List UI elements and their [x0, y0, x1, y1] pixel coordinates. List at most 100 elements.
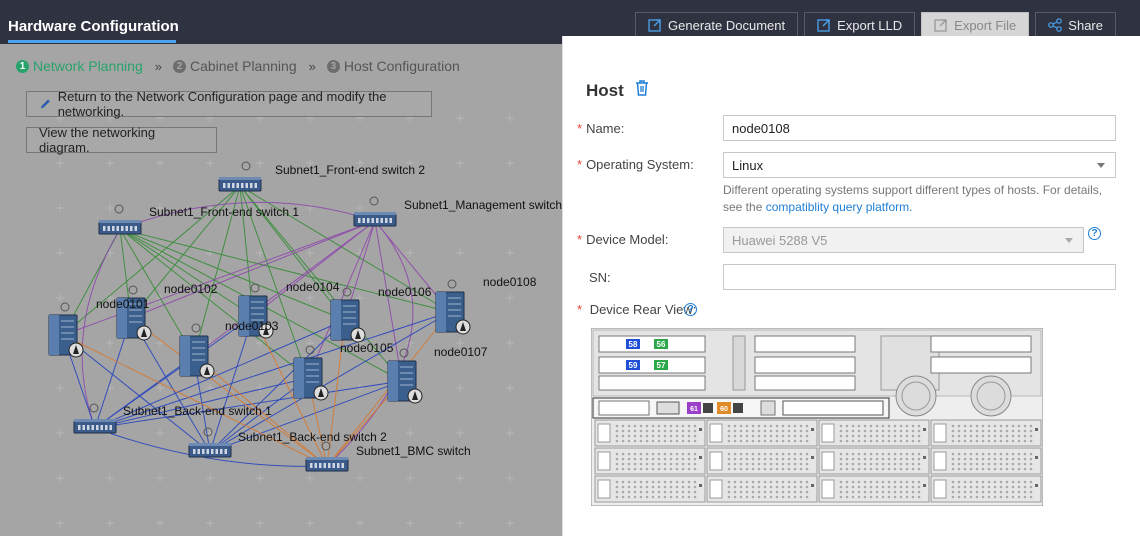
share-label: Share	[1068, 17, 1103, 33]
drive-bay[interactable]	[594, 475, 706, 503]
drive-bay[interactable]	[706, 419, 818, 447]
device-model-select: Huawei 5288 V5	[723, 227, 1084, 253]
switch-label-mgmt: Subnet1_Management switch	[404, 198, 562, 212]
step-network-planning[interactable]: 1 Network Planning	[16, 58, 143, 74]
step-number: 2	[172, 59, 186, 73]
drive-bay[interactable]	[594, 419, 706, 447]
workspace: Subnet1_Front-end switch 2 Subnet1_Front…	[0, 44, 562, 536]
export-lld-button[interactable]: Export LLD	[804, 12, 916, 38]
node-label-0106: node0106	[378, 285, 432, 299]
drive-bay[interactable]	[930, 419, 1042, 447]
status-dot	[250, 283, 260, 293]
step-cabinet-planning[interactable]: 2 Cabinet Planning	[172, 58, 297, 74]
step-label: Network Planning	[33, 58, 143, 74]
required-asterisk: *	[577, 121, 583, 136]
wizard-steps: 1 Network Planning » 2 Cabinet Planning …	[16, 58, 460, 74]
port-60: 60	[720, 406, 728, 413]
os-select[interactable]: Linux	[723, 152, 1116, 178]
help-icon[interactable]: ?	[1088, 227, 1101, 240]
node-label-0107: node0107	[434, 345, 488, 359]
step-host-configuration[interactable]: 3 Host Configuration	[326, 58, 460, 74]
rear-view-label: * Device Rear View:	[577, 302, 697, 317]
drive-bay[interactable]	[818, 447, 930, 475]
generate-document-label: Generate Document	[668, 17, 786, 33]
port-61: 61	[690, 406, 698, 413]
step-number: 1	[16, 59, 29, 73]
required-asterisk: *	[577, 232, 583, 247]
switch-label-fe2: Subnet1_Front-end switch 2	[275, 163, 425, 177]
return-network-config-label: Return to the Network Configuration page…	[57, 89, 387, 119]
port-58: 58	[629, 340, 638, 349]
name-label: * Name:	[577, 121, 625, 136]
switch-icon[interactable]	[73, 403, 117, 434]
export-file-label: Export File	[954, 17, 1017, 33]
pencil-icon	[40, 99, 50, 109]
host-panel: Host * Name: node0108 * Operating System: …	[562, 36, 1140, 536]
drive-bay[interactable]	[930, 475, 1042, 503]
title-underline	[8, 40, 176, 43]
drive-bay[interactable]	[706, 475, 818, 503]
switch-label-be1: Subnet1_Back-end switch 1	[123, 404, 272, 418]
export-icon	[934, 19, 947, 32]
return-network-config-button[interactable]: Return to the Network Configuration page…	[26, 89, 432, 119]
server-icon[interactable]	[435, 279, 471, 335]
switch-icon[interactable]	[305, 441, 349, 472]
switch-icon[interactable]	[218, 161, 262, 192]
device-model-value: Huawei 5288 V5	[732, 232, 828, 248]
required-asterisk: *	[577, 157, 583, 172]
node-label-0108: node0108	[483, 275, 537, 289]
os-label: * Operating System:	[577, 157, 694, 172]
sn-label: SN:	[589, 270, 611, 285]
trash-icon[interactable]	[635, 80, 649, 96]
switch-label-be2: Subnet1_Back-end switch 2	[238, 430, 387, 444]
server-icon[interactable]	[179, 323, 215, 379]
status-dot	[241, 161, 251, 171]
drive-bay[interactable]	[594, 447, 706, 475]
server-icon[interactable]	[116, 285, 152, 341]
port-59: 59	[629, 361, 638, 370]
os-help-text: Different operating systems support diff…	[723, 183, 1103, 214]
drive-bay[interactable]	[930, 447, 1042, 475]
node-label-0101: node0101	[96, 297, 150, 311]
model-label: * Device Model:	[577, 232, 669, 247]
status-dot	[89, 403, 99, 413]
os-select-value: Linux	[732, 157, 764, 173]
view-networking-diagram-button[interactable]: View the networking diagram.	[26, 125, 217, 155]
generate-document-button[interactable]: Generate Document	[635, 12, 799, 38]
export-icon	[648, 19, 661, 32]
status-dot	[60, 302, 70, 312]
drive-bay[interactable]	[818, 419, 930, 447]
view-networking-diagram-label: View the networking diagram.	[39, 125, 156, 155]
drive-bay[interactable]	[706, 447, 818, 475]
share-icon	[1048, 18, 1063, 32]
status-dot	[191, 323, 201, 333]
toolbar: Generate Document Export LLD Export File…	[635, 12, 1116, 38]
node-label-0105: node0105	[340, 341, 394, 355]
status-dot	[447, 279, 457, 289]
server-icon[interactable]	[387, 348, 423, 404]
port-56: 56	[657, 340, 666, 349]
share-button[interactable]: Share	[1035, 12, 1116, 38]
switch-label-fe1: Subnet1_Front-end switch 1	[149, 205, 299, 219]
node-label-0103: node0103	[225, 319, 279, 333]
switch-label-bmc: Subnet1_BMC switch	[356, 444, 471, 458]
step-number: 3	[326, 59, 340, 73]
drive-bay[interactable]	[818, 475, 930, 503]
help-icon[interactable]: ?	[684, 303, 697, 316]
app-title: Hardware Configuration	[8, 18, 179, 35]
chevron-right-icon: »	[308, 58, 316, 74]
export-icon	[817, 19, 830, 32]
status-dot	[369, 196, 379, 206]
export-file-button[interactable]: Export File	[921, 12, 1030, 38]
sn-field[interactable]	[723, 264, 1116, 290]
compatibility-link[interactable]: compatiblity query platform.	[766, 200, 913, 214]
chevron-down-icon	[1097, 163, 1105, 168]
status-dot	[203, 427, 213, 437]
node-label-0104: node0104	[286, 280, 340, 294]
switch-icon[interactable]	[98, 204, 142, 235]
device-rear-view[interactable]: 58 56 59 57 61 60	[591, 328, 1043, 506]
step-label: Host Configuration	[343, 58, 460, 74]
chevron-right-icon: »	[154, 58, 162, 74]
status-dot	[114, 204, 124, 214]
name-field[interactable]: node0108	[723, 115, 1116, 141]
